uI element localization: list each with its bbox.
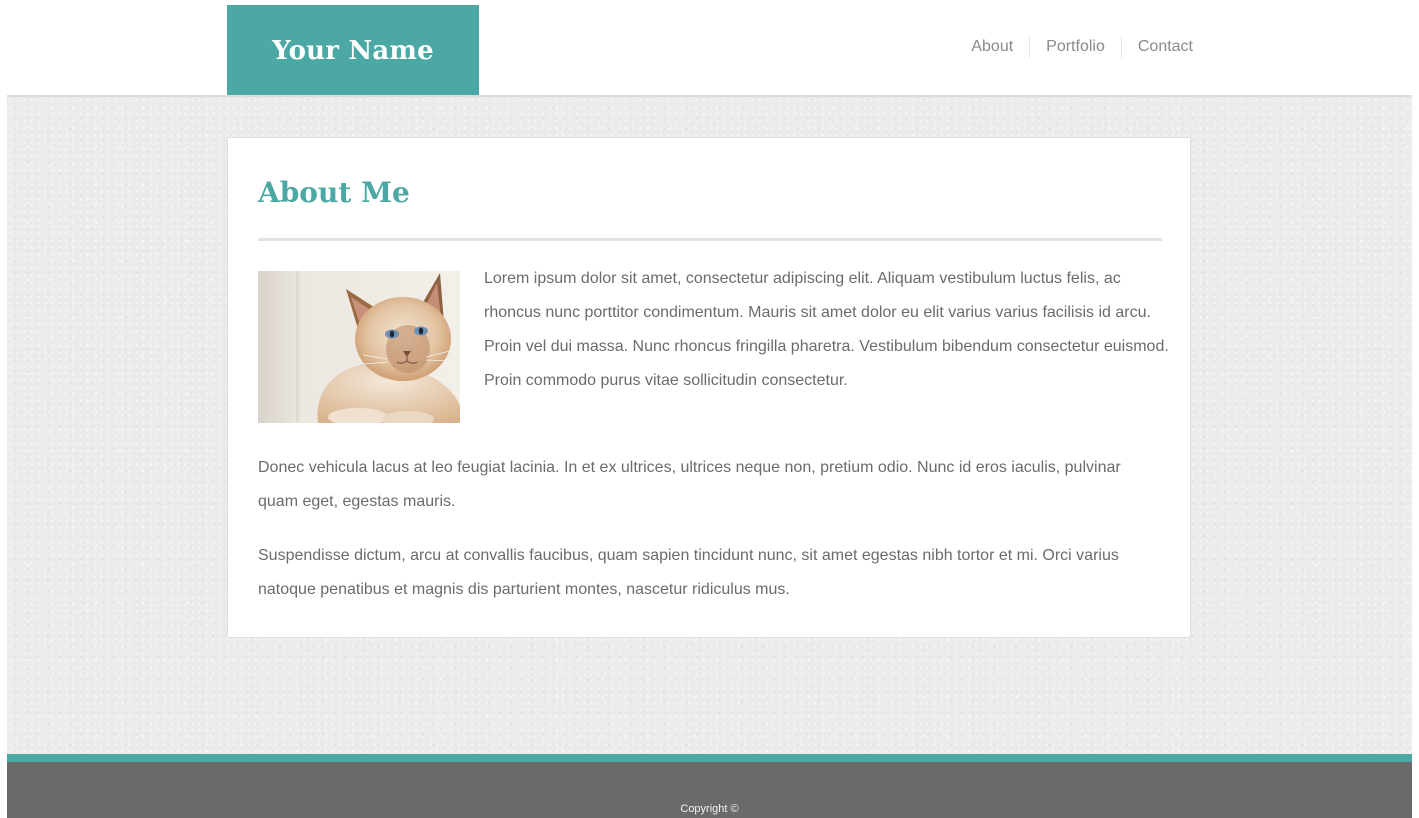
footer-accent-bar <box>7 754 1412 762</box>
about-paragraph-1: Lorem ipsum dolor sit amet, consectetur … <box>484 270 1169 389</box>
copyright-text: Copyright © <box>680 803 739 815</box>
site-logo[interactable]: Your Name <box>227 5 479 96</box>
site-logo-text: Your Name <box>272 35 434 66</box>
site-header: Your Name About Portfolio Contact <box>0 0 1419 96</box>
nav-link-about[interactable]: About <box>955 36 1029 58</box>
about-card: About Me Lorem ipsum dolor sit amet, con… <box>227 137 1191 638</box>
nav-link-portfolio[interactable]: Portfolio <box>1029 36 1121 58</box>
site-footer: Copyright © <box>7 762 1412 818</box>
cat-illustration <box>258 271 460 423</box>
about-paragraph-3: Suspendisse dictum, arcu at convallis fa… <box>258 547 1119 598</box>
main-content-area: About Me Lorem ipsum dolor sit amet, con… <box>7 95 1412 756</box>
title-divider <box>258 238 1162 241</box>
cat-photo <box>258 271 460 423</box>
page-title: About Me <box>258 176 410 209</box>
main-nav: About Portfolio Contact <box>955 36 1193 58</box>
page: Your Name About Portfolio Contact About … <box>0 0 1419 818</box>
about-paragraph-2: Donec vehicula lacus at leo feugiat laci… <box>258 459 1121 510</box>
nav-link-contact[interactable]: Contact <box>1120 36 1193 58</box>
